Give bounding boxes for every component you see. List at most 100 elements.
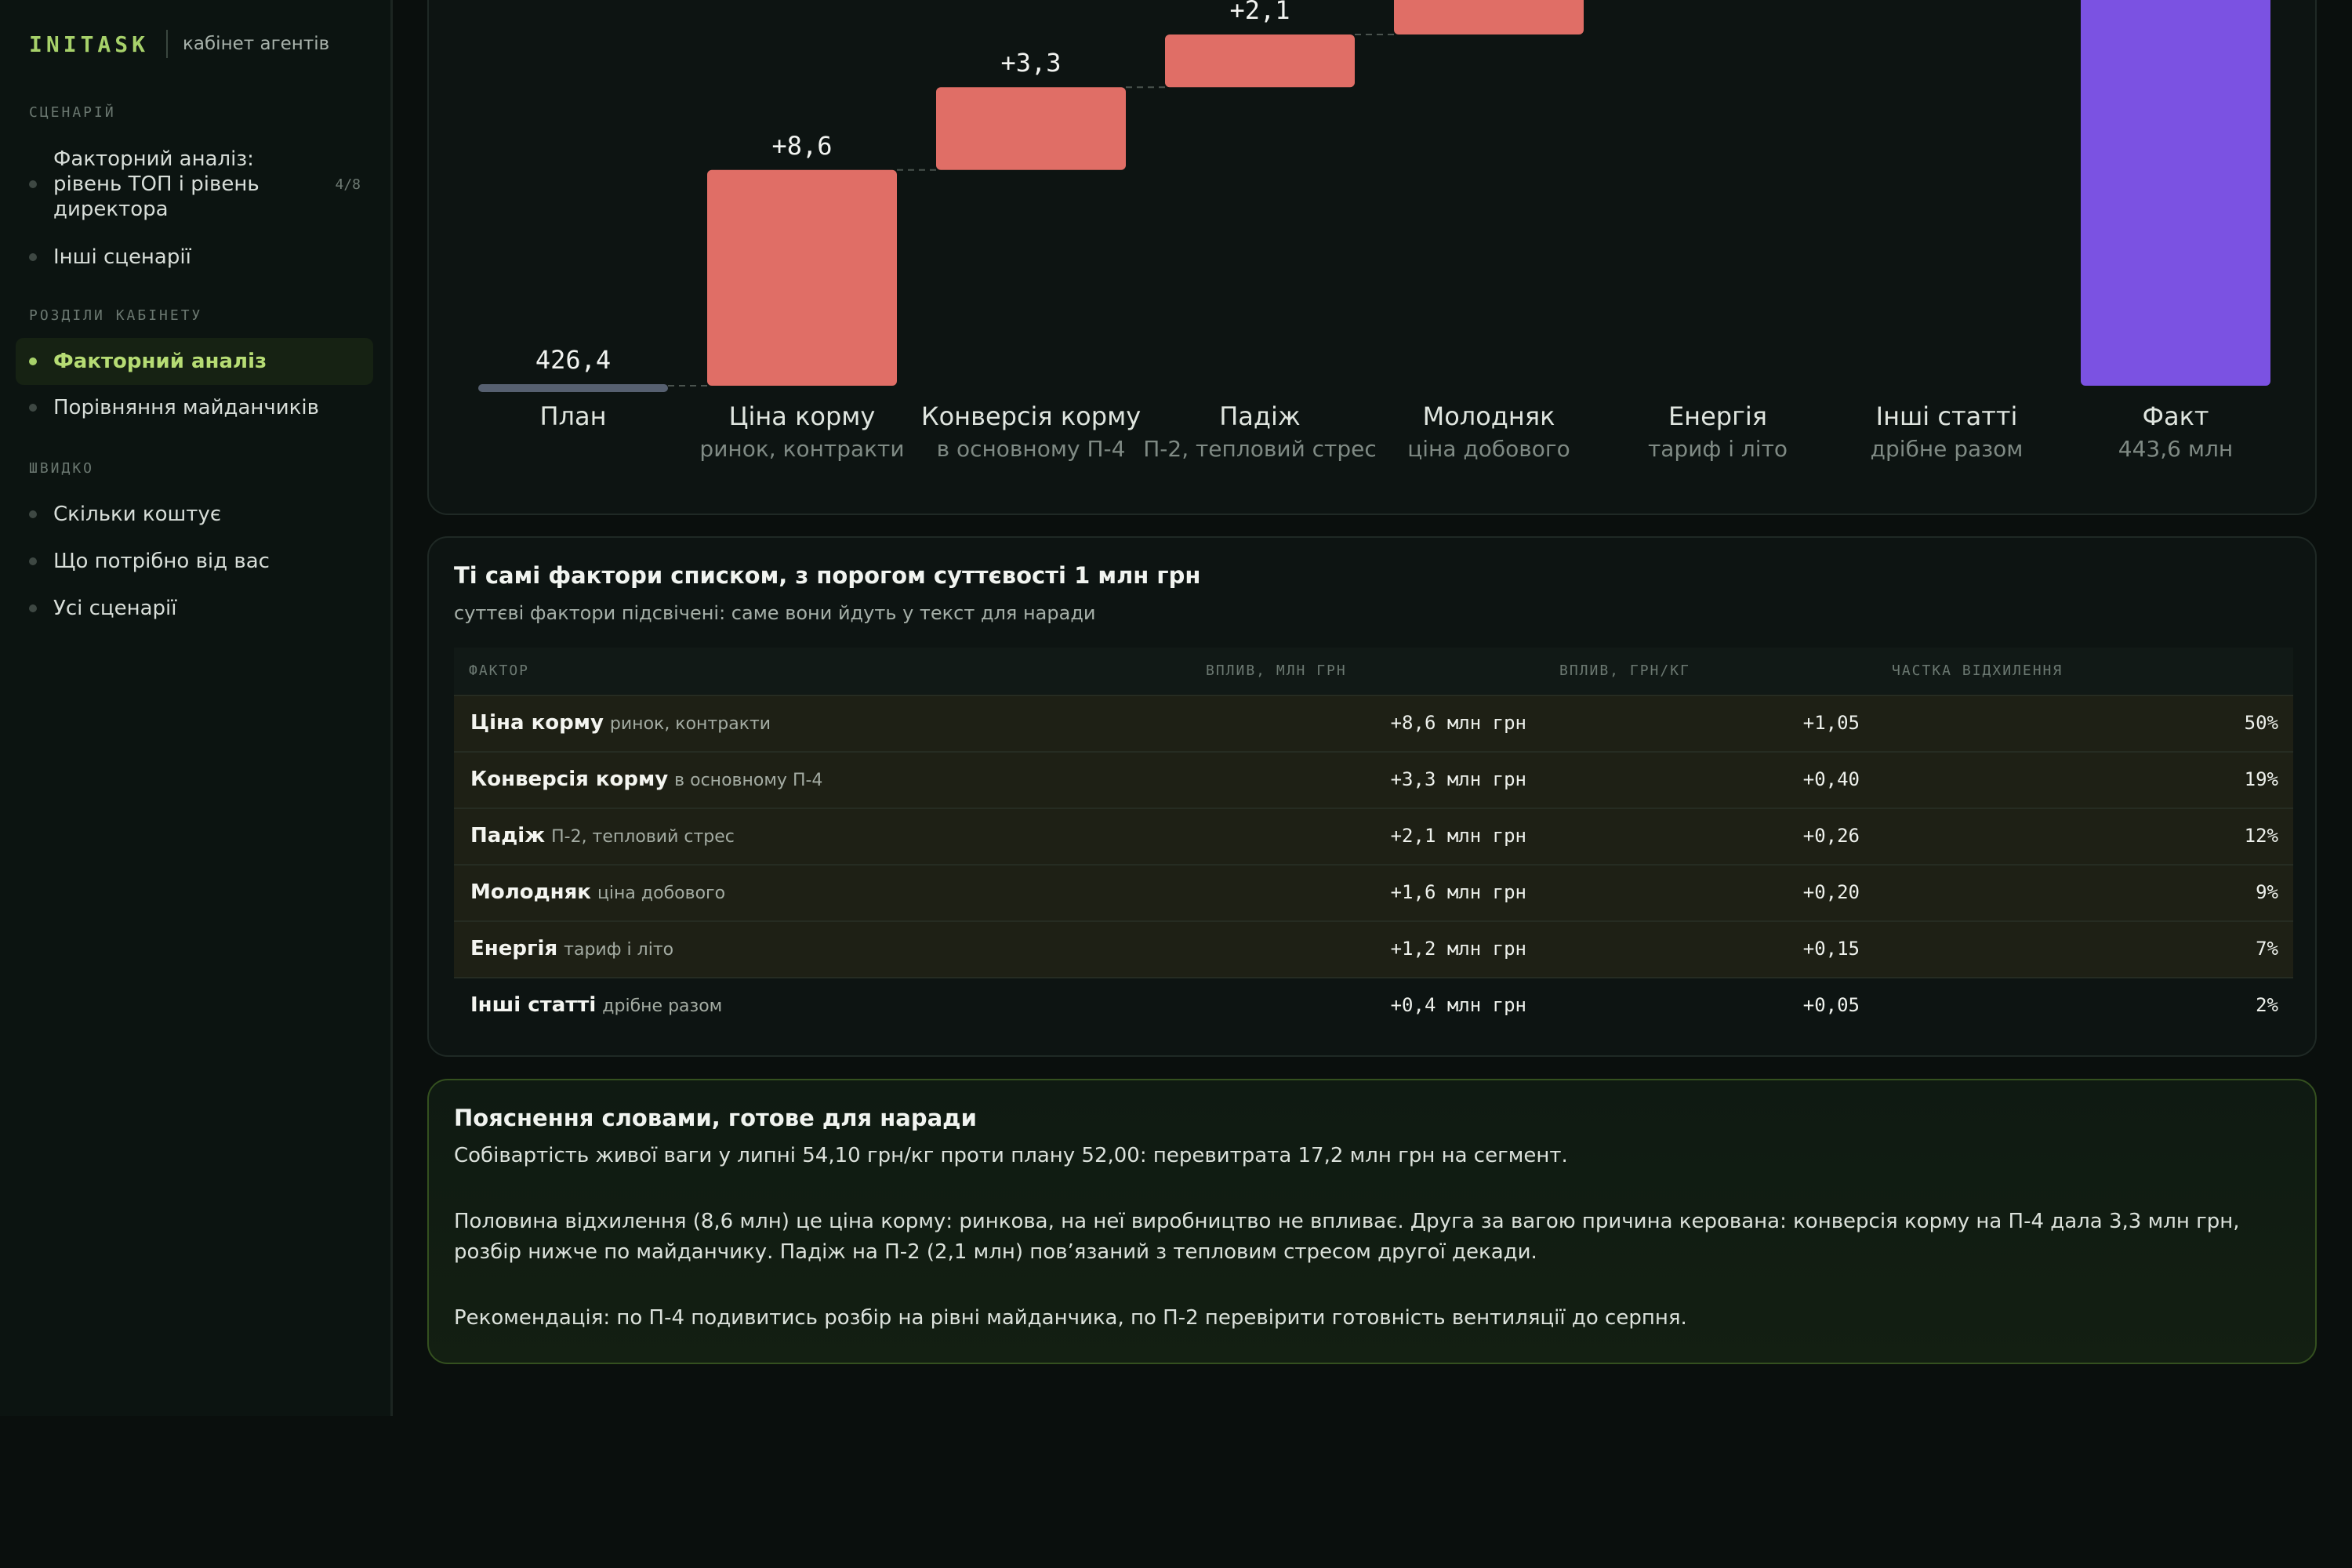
- sidebar-item-label: Порівняння майданчиків: [53, 396, 319, 419]
- value-label: +3,3: [1000, 48, 1061, 78]
- factor-cell: Ціна корму ринок, контракти: [470, 695, 771, 753]
- explanation-title: Пояснення словами, готове для наради: [454, 1105, 977, 1131]
- factor-name: Падіж: [470, 824, 546, 848]
- bullet-icon: [29, 510, 37, 518]
- bullet-icon: [29, 604, 37, 612]
- share-cell: 19%: [2244, 768, 2278, 790]
- share-cell: 2%: [2256, 994, 2278, 1016]
- scenario-step-badge: 4/8: [335, 176, 361, 193]
- bullet-icon: [29, 253, 37, 261]
- factor-table-panel: Ті самі фактори списком, з порогом суттє…: [427, 536, 2317, 1057]
- value-label: 426,4: [535, 345, 611, 375]
- table-row: Інші статті дрібне разом +0,4 млн грн +0,05…: [454, 977, 2293, 1033]
- factor-note: ринок, контракти: [609, 714, 771, 734]
- fact-total-bar: [2081, 0, 2270, 386]
- sidebar: INITASK кабінет агентів СЦЕНАРІЙ Факторн…: [0, 0, 393, 1416]
- sidebar-item-label: Що потрібно від вас: [53, 550, 270, 573]
- category-label: Конверсія корму: [921, 401, 1141, 431]
- section-label-scenarios: СЦЕНАРІЙ: [29, 104, 116, 121]
- factor-cell: Конверсія корму в основному П-4: [470, 751, 822, 810]
- category-sublabel: в основному П-4: [937, 436, 1126, 462]
- factor-name: Ціна корму: [470, 711, 604, 735]
- category-sublabel: П-2, тепловий стрес: [1143, 436, 1377, 462]
- bullet-icon: [29, 557, 37, 565]
- sidebar-item-label: Факторний аналіз: [53, 350, 267, 373]
- sidebar-item-factor-analysis-scenario[interactable]: Факторний аналіз: рівень ТОП і рівень ди…: [16, 144, 373, 224]
- brand[interactable]: INITASK кабінет агентів: [29, 30, 329, 58]
- value-label: +8,6: [771, 131, 832, 161]
- sidebar-item-label: Інші сценарії: [53, 245, 191, 269]
- per-kg-cell: +0,40: [1802, 768, 1860, 790]
- sidebar-item-label: Усі сценарії: [53, 597, 177, 620]
- factor-note: П-2, тепловий стрес: [551, 827, 735, 847]
- column-header-impact: ВПЛИВ, МЛН ГРН: [1206, 662, 1347, 679]
- category-label: Енергія: [1668, 401, 1767, 431]
- row-divider: [454, 864, 2293, 866]
- per-kg-cell: +1,05: [1802, 712, 1860, 734]
- table-row: Ціна корму ринок, контракти +8,6 млн грн +1…: [454, 695, 2293, 751]
- impact-cell: +2,1 млн грн: [1390, 825, 1526, 847]
- waterfall-chart: 426,4 План +8,6 Ціна корму ринок, контракти +…: [478, 0, 2270, 462]
- category-sublabel: дрібне разом: [1871, 436, 2024, 462]
- factor-bar: [1165, 34, 1355, 88]
- factor-cell: Молодняк ціна добового: [470, 864, 725, 923]
- factor-bar: [1394, 0, 1584, 34]
- factor-bar: [707, 169, 897, 387]
- explanation-paragraph-summary: Собівартість живої ваги у липні 54,10 гр…: [454, 1144, 1568, 1167]
- table-subtitle: суттєві фактори підсвічені: саме вони йд…: [454, 602, 1096, 624]
- factor-name: Інші статті: [470, 993, 597, 1017]
- sidebar-item-site-comparison[interactable]: Порівняння майданчиків: [16, 394, 373, 422]
- table-title: Ті самі фактори списком, з порогом суттє…: [454, 562, 1201, 589]
- per-kg-cell: +0,05: [1802, 994, 1860, 1016]
- brand-subtitle: кабінет агентів: [183, 34, 330, 54]
- factor-note: в основному П-4: [674, 771, 823, 790]
- impact-cell: +1,2 млн грн: [1390, 938, 1526, 960]
- factor-name: Молодняк: [470, 880, 591, 904]
- sidebar-item-label: Факторний аналіз: рівень ТОП і рівень ди…: [53, 147, 260, 221]
- share-cell: 7%: [2256, 938, 2278, 960]
- bullet-icon: [29, 404, 37, 412]
- sidebar-item-all-scenarios[interactable]: Усі сценарії: [16, 594, 373, 622]
- explanation-paragraph-recommendation: Рекомендація: по П-4 подивитись розбір н…: [454, 1306, 1687, 1330]
- table-row: Падіж П-2, тепловий стрес +2,1 млн грн +0,2…: [454, 808, 2293, 864]
- share-cell: 12%: [2244, 825, 2278, 847]
- sidebar-item-factor-analysis[interactable]: Факторний аналіз: [16, 338, 373, 385]
- category-label: Ціна корму: [729, 401, 876, 431]
- explanation-panel: Пояснення словами, готове для наради Соб…: [427, 1079, 2317, 1364]
- category-label: Молодняк: [1423, 401, 1555, 431]
- explanation-paragraph-causes: Половина відхилення (8,6 млн) це ціна ко…: [454, 1210, 2240, 1264]
- sidebar-item-label: Скільки коштує: [53, 503, 222, 526]
- category-sublabel: ціна добового: [1407, 436, 1570, 462]
- section-label-quick: ШВИДКО: [29, 460, 95, 477]
- plan-baseline-bar: [478, 384, 668, 392]
- table-row: Конверсія корму в основному П-4 +3,3 млн г…: [454, 751, 2293, 808]
- bullet-icon: [29, 180, 37, 188]
- table-header: ФАКТОР ВПЛИВ, МЛН ГРН ВПЛИВ, ГРН/КГ ЧАСТ…: [454, 648, 2293, 694]
- factor-note: дрібне разом: [602, 996, 723, 1016]
- factor-cell: Падіж П-2, тепловий стрес: [470, 808, 735, 866]
- factor-note: тариф і літо: [564, 940, 674, 960]
- factor-name: Енергія: [470, 937, 558, 960]
- sidebar-item-cost[interactable]: Скільки коштує: [16, 500, 373, 528]
- active-dot-icon: [29, 358, 37, 365]
- row-divider: [454, 977, 2293, 978]
- sidebar-item-other-scenarios[interactable]: Інші сценарії: [16, 243, 373, 271]
- factor-cell: Енергія тариф і літо: [470, 920, 673, 979]
- brand-divider: [166, 30, 169, 58]
- sidebar-item-requirements[interactable]: Що потрібно від вас: [16, 547, 373, 575]
- category-label: План: [539, 401, 606, 431]
- category-label: Інші статті: [1876, 401, 2018, 431]
- category-sublabel: тариф і літо: [1648, 436, 1788, 462]
- table-row: Енергія тариф і літо +1,2 млн грн +0,15 7%: [454, 920, 2293, 977]
- value-label: +2,1: [1229, 0, 1290, 25]
- factor-cell: Інші статті дрібне разом: [470, 977, 722, 1036]
- table-row: Молодняк ціна добового +1,6 млн грн +0,20 9%: [454, 864, 2293, 920]
- category-sublabel: ринок, контракти: [699, 436, 904, 462]
- share-cell: 50%: [2244, 712, 2278, 734]
- impact-cell: +8,6 млн грн: [1390, 712, 1526, 734]
- section-label-cabinet: РОЗДІЛИ КАБІНЕТУ: [29, 307, 203, 324]
- factor-bar: [936, 87, 1126, 170]
- factor-note: ціна добового: [597, 884, 726, 903]
- factor-name: Конверсія корму: [470, 768, 669, 791]
- waterfall-chart-panel: 426,4 План +8,6 Ціна корму ринок, контракти +…: [427, 0, 2317, 515]
